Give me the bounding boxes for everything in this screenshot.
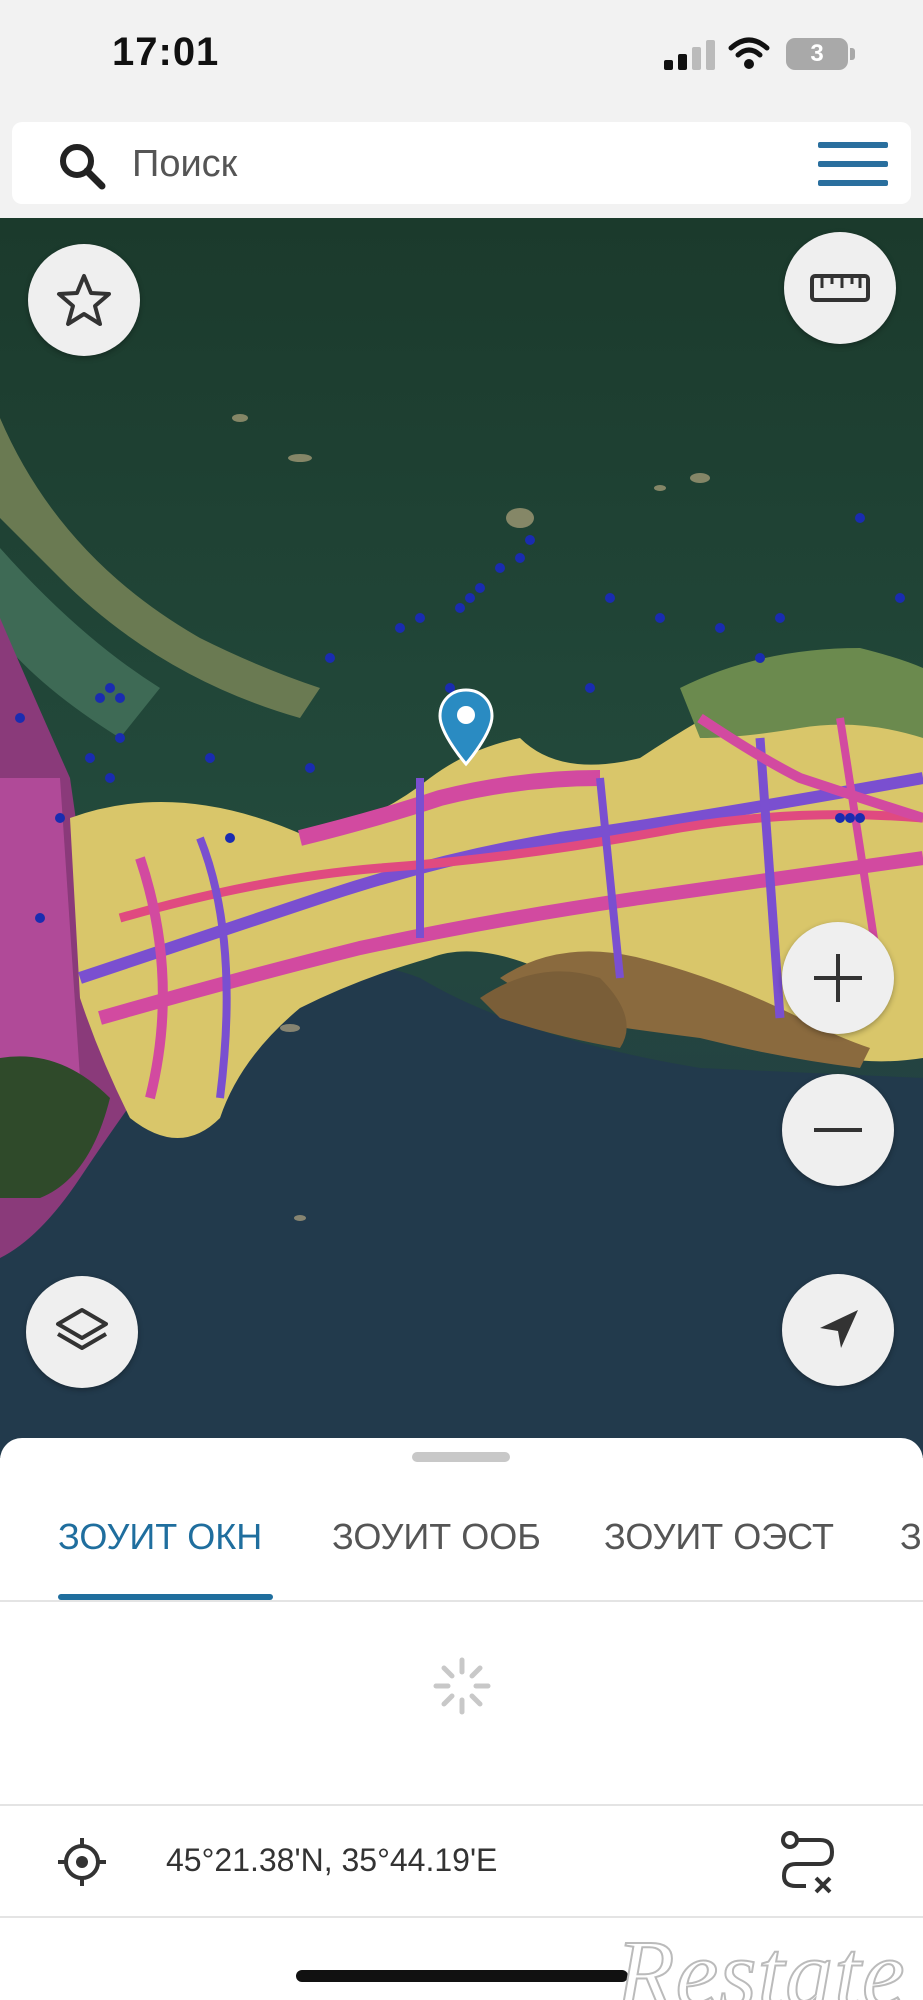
favorites-star-icon — [57, 274, 111, 326]
tab-zouit-oest[interactable]: ЗОУИТ ОЭСТ — [604, 1516, 834, 1558]
battery-nub — [850, 48, 855, 60]
route-clear-icon[interactable] — [778, 1830, 838, 1896]
tab-zouit-okn[interactable]: ЗОУИТ ОКН — [58, 1516, 262, 1558]
favorites-button[interactable] — [28, 244, 140, 356]
zoom-in-icon — [814, 954, 862, 1002]
tab-next-partial[interactable]: З — [900, 1516, 922, 1558]
spinner-icon — [433, 1657, 491, 1715]
crosshair-target-icon[interactable] — [56, 1836, 108, 1888]
location-pin-icon[interactable] — [438, 688, 494, 768]
search-input[interactable] — [130, 138, 734, 190]
bottom-sheet[interactable]: ЗОУИТ ОКН ЗОУИТ ООБ ЗОУИТ ОЭСТ З 45°21.3… — [0, 1438, 923, 2000]
tab-zouit-oob[interactable]: ЗОУИТ ООБ — [332, 1516, 541, 1558]
my-location-button[interactable] — [782, 1274, 894, 1386]
coordinates-text: 45°21.38'N, 35°44.19'E — [166, 1842, 498, 1878]
search-icon[interactable] — [56, 140, 108, 192]
status-bar: 17:01 3 — [0, 0, 923, 110]
wifi-icon — [728, 37, 770, 69]
zoom-out-button[interactable] — [782, 1074, 894, 1186]
satellite-map[interactable] — [0, 218, 923, 1458]
locate-arrow-icon — [820, 1310, 858, 1348]
home-indicator[interactable] — [296, 1970, 628, 1982]
tabs-divider — [0, 1600, 923, 1602]
ruler-button[interactable] — [784, 232, 896, 344]
search-bar[interactable] — [12, 122, 911, 204]
ruler-icon — [810, 274, 870, 302]
map-view[interactable] — [0, 218, 923, 1458]
coordinates-row: 45°21.38'N, 35°44.19'E — [0, 1806, 923, 1916]
menu-icon[interactable] — [818, 142, 888, 186]
layers-icon — [56, 1308, 108, 1350]
sheet-grabber[interactable] — [412, 1452, 510, 1462]
zone-tabs: ЗОУИТ ОКН ЗОУИТ ООБ ЗОУИТ ОЭСТ З — [0, 1480, 923, 1602]
restate-watermark: Restate — [615, 1919, 906, 2000]
status-time: 17:01 — [112, 30, 220, 74]
zoom-out-icon — [814, 1128, 862, 1132]
battery-level: 3 — [810, 40, 824, 67]
zoom-in-button[interactable] — [782, 922, 894, 1034]
layers-button[interactable] — [26, 1276, 138, 1388]
signal-icon — [664, 40, 715, 70]
